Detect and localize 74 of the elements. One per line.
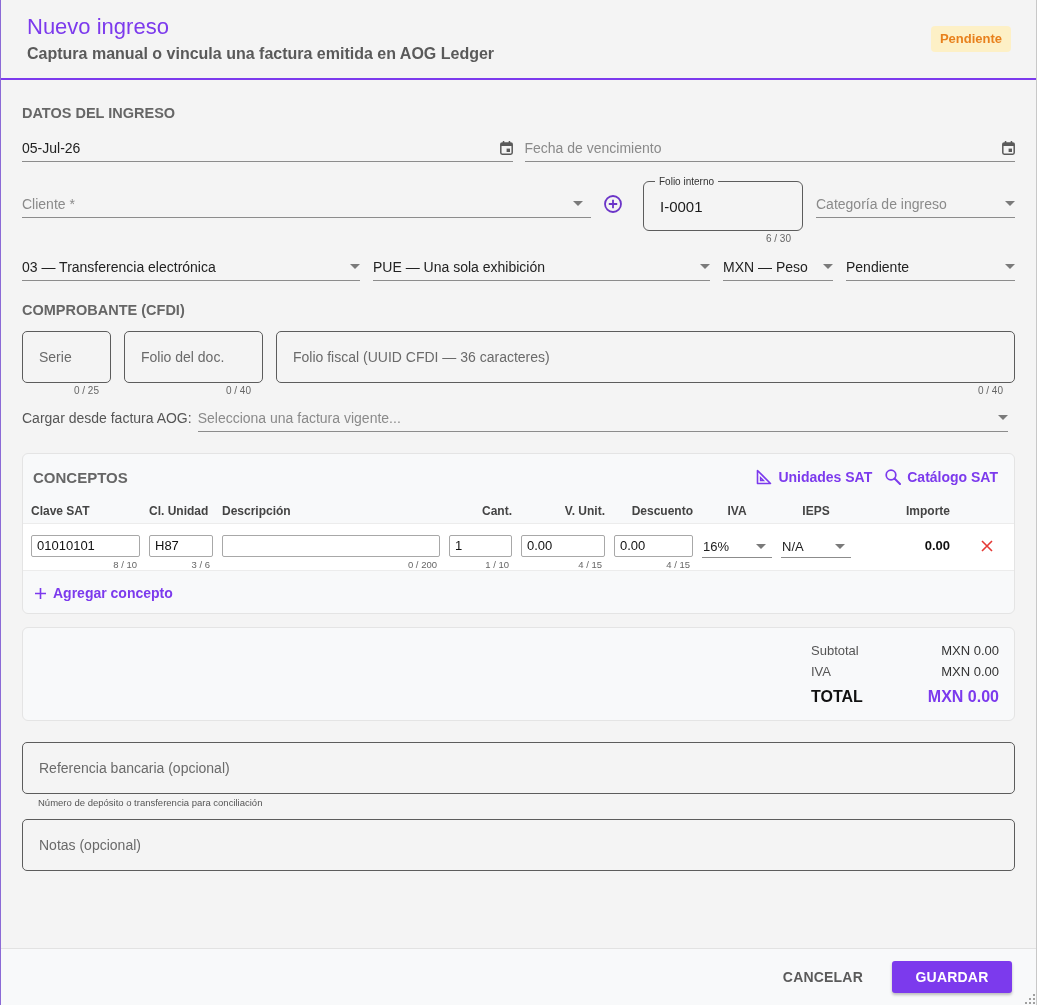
caret-icon	[998, 415, 1008, 420]
date-field[interactable]: 05-Jul-26	[22, 134, 513, 162]
dialog-title: Nuevo ingreso	[27, 14, 169, 40]
dropdown-field[interactable]: Cliente *	[22, 190, 591, 218]
amount-text: 0.00	[923, 537, 950, 555]
text-field[interactable]: Serie	[22, 331, 111, 383]
column-header: V. Unit.	[563, 504, 605, 518]
dropdown-field[interactable]: MXN — Peso	[723, 253, 833, 281]
column-header: IVA	[726, 504, 748, 518]
cross-icon[interactable]	[980, 540, 993, 552]
dropdown-field[interactable]: PUE — Una sola exhibición	[373, 253, 710, 281]
text-field[interactable]: Folio del doc.	[124, 331, 263, 383]
column-header: Importe	[905, 504, 950, 518]
column-header: IEPS	[801, 504, 831, 518]
catalog-link[interactable]: Catálogo SAT	[885, 469, 998, 485]
character-counter: 0 / 40	[224, 384, 252, 397]
character-counter: 4 / 15	[577, 558, 603, 570]
dropdown-field[interactable]: N/A	[781, 536, 851, 558]
column-header: Descripción	[222, 504, 292, 518]
text-input[interactable]	[222, 535, 440, 557]
dialog-subtitle: Captura manual o vincula una factura emitida en AOG Ledger	[27, 44, 495, 64]
character-counter: 4 / 15	[665, 558, 691, 570]
character-counter: 0 / 40	[976, 384, 1004, 397]
caret-icon	[700, 264, 710, 269]
caret-icon	[573, 201, 583, 206]
section-title: COMPROBANTE (CFDI)	[22, 301, 186, 319]
column-header: Clave SAT	[31, 504, 91, 518]
caret-icon	[350, 264, 360, 269]
field-label: Cargar desde factura AOG:	[22, 409, 192, 428]
total-amount: MXN 0.00	[926, 687, 999, 707]
character-counter: 6 / 30	[764, 232, 792, 245]
summary-amount: MXN 0.00	[940, 663, 999, 681]
save-button[interactable]: GUARDAR	[892, 961, 1012, 993]
total-label: TOTAL	[811, 687, 864, 707]
text-field[interactable]: Referencia bancaria (opcional)	[22, 742, 1015, 794]
dropdown-field[interactable]: 16%	[702, 536, 772, 558]
section-title: DATOS DEL INGRESO	[22, 104, 177, 122]
caret-icon	[835, 544, 845, 549]
caret-icon	[823, 264, 833, 269]
text-input[interactable]: 0.00	[521, 535, 605, 557]
summary-label: Subtotal	[811, 642, 860, 660]
units-link[interactable]: Unidades SAT	[756, 469, 873, 485]
text-input[interactable]: H87	[149, 535, 213, 557]
status-badge: Pendiente	[930, 26, 1011, 52]
plus-icon	[35, 587, 46, 599]
text-field[interactable]: Notas (opcional)	[22, 819, 1015, 871]
character-counter: 0 / 25	[72, 384, 100, 397]
text-field[interactable]: Folio fiscal (UUID CFDI — 36 caracteres)	[276, 331, 1015, 383]
summary-label: IVA	[811, 663, 832, 681]
column-header: Cant.	[481, 504, 512, 518]
search-icon	[885, 469, 902, 485]
text-input[interactable]: 0.00	[614, 535, 693, 557]
dropdown-field[interactable]: Pendiente	[846, 253, 1015, 281]
dropdown-field[interactable]: 03 — Transferencia electrónica	[22, 253, 360, 281]
character-counter: 1 / 10	[484, 558, 510, 570]
caret-icon	[1005, 264, 1015, 269]
resize-grip-icon[interactable]	[1025, 994, 1035, 1004]
helper-text: Número de depósito o transferencia para conciliación	[37, 796, 264, 809]
text-input[interactable]: 1	[449, 535, 512, 557]
character-counter: 8 / 10	[112, 558, 138, 570]
add-concept-button[interactable]: Agregar concepto	[35, 585, 173, 601]
section-title: CONCEPTOS	[33, 468, 128, 486]
calendar-icon	[499, 140, 513, 155]
text-input[interactable]: 01010101	[31, 535, 140, 557]
summary-amount: MXN 0.00	[940, 642, 999, 660]
character-counter: 3 / 6	[190, 558, 211, 570]
column-header: Cl. Unidad	[149, 504, 210, 518]
character-counter: 0 / 200	[406, 558, 438, 570]
caret-icon	[1005, 201, 1015, 206]
column-header: Descuento	[630, 504, 693, 518]
cancel-button[interactable]: CANCELAR	[772, 961, 873, 993]
calendar-icon	[1002, 140, 1015, 155]
caret-icon	[756, 544, 766, 549]
add-circle-icon[interactable]	[604, 195, 622, 213]
